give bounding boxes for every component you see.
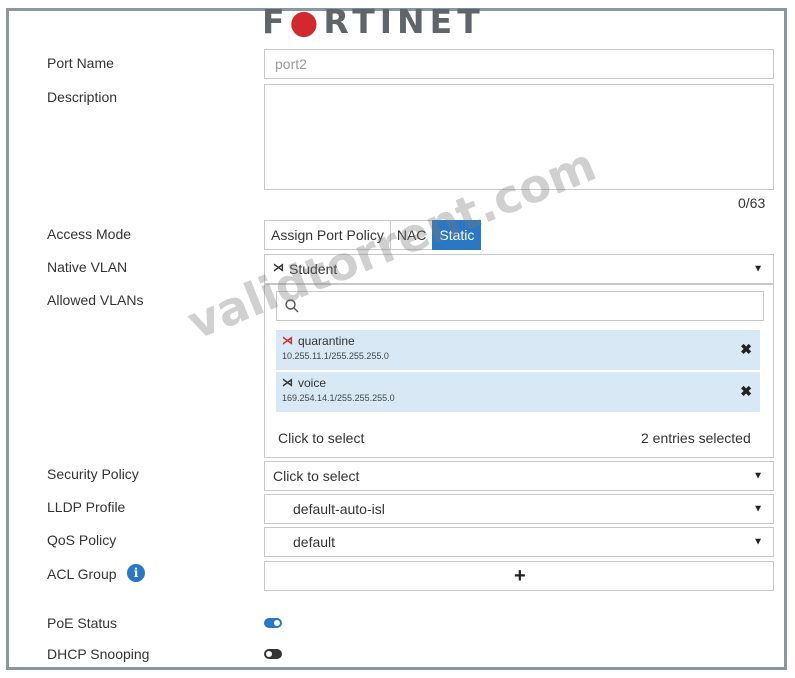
access-mode-static[interactable]: Static	[432, 220, 482, 250]
security-policy-label: Security Policy	[47, 466, 139, 482]
description-counter: 0/63	[738, 195, 766, 211]
lldp-profile-select[interactable]: default-auto-isl ▼	[264, 494, 774, 524]
port-name-label: Port Name	[47, 55, 114, 71]
dhcp-snooping-label: DHCP Snooping	[47, 646, 150, 662]
native-vlan-label: Native VLAN	[47, 259, 128, 275]
vlan-icon: ⋊	[273, 262, 284, 274]
list-item[interactable]: ⋊ voice 169.254.14.1/255.255.255.0 ✖	[276, 372, 760, 412]
poe-status-toggle[interactable]	[264, 618, 282, 628]
access-mode-toggle: Assign Port Policy NAC Static	[264, 220, 482, 250]
description-textarea[interactable]	[264, 84, 774, 190]
poe-status-label: PoE Status	[47, 615, 118, 631]
lldp-profile-value: default-auto-isl	[293, 501, 385, 517]
vlan-entry-ip: 10.255.11.1/255.255.255.0	[282, 351, 389, 361]
security-policy-value: Click to select	[273, 468, 360, 484]
click-to-select-link[interactable]: Click to select	[278, 430, 364, 446]
description-label: Description	[47, 89, 118, 105]
fortinet-logo: F●RTINET	[262, 2, 485, 41]
toggle-knob	[266, 651, 272, 657]
access-mode-label: Access Mode	[47, 226, 132, 242]
close-icon[interactable]: ✖	[740, 383, 752, 400]
vlan-icon: ⋊	[282, 377, 293, 389]
vlan-entry-ip: 169.254.14.1/255.255.255.0	[282, 393, 395, 403]
chevron-down-icon: ▼	[753, 503, 763, 515]
dhcp-snooping-toggle[interactable]	[264, 649, 282, 659]
port-name-value: port2	[275, 56, 307, 72]
qos-policy-label: QoS Policy	[47, 532, 117, 548]
chevron-down-icon: ▼	[753, 470, 763, 482]
search-icon	[285, 299, 299, 313]
native-vlan-value: Student	[289, 261, 338, 277]
access-mode-assign-port-policy[interactable]: Assign Port Policy	[264, 220, 391, 250]
qos-policy-select[interactable]: default ▼	[264, 527, 774, 557]
acl-group-add-button[interactable]: +	[264, 561, 774, 591]
toggle-knob	[274, 620, 280, 626]
port-name-field[interactable]: port2	[264, 49, 774, 79]
close-icon[interactable]: ✖	[740, 341, 752, 358]
qos-policy-value: default	[293, 534, 336, 550]
access-mode-nac[interactable]: NAC	[389, 220, 434, 250]
acl-group-label: ACL Group	[47, 566, 117, 582]
info-icon[interactable]: i	[127, 564, 145, 582]
native-vlan-select[interactable]: ⋊ Student ▼	[264, 254, 774, 284]
chevron-down-icon: ▼	[753, 263, 763, 275]
entries-selected-count: 2 entries selected	[641, 430, 751, 446]
chevron-down-icon: ▼	[753, 536, 763, 548]
vlan-entry-name: voice	[298, 376, 327, 390]
vlan-icon: ⋊	[282, 335, 293, 347]
lldp-profile-label: LLDP Profile	[47, 499, 126, 515]
allowed-vlans-label: Allowed VLANs	[47, 292, 144, 308]
plus-icon: +	[514, 565, 526, 587]
list-item[interactable]: ⋊ quarantine 10.255.11.1/255.255.255.0 ✖	[276, 330, 760, 370]
vlan-entry-name: quarantine	[298, 334, 355, 348]
vlan-search-input[interactable]	[276, 291, 764, 321]
security-policy-select[interactable]: Click to select ▼	[264, 461, 774, 491]
